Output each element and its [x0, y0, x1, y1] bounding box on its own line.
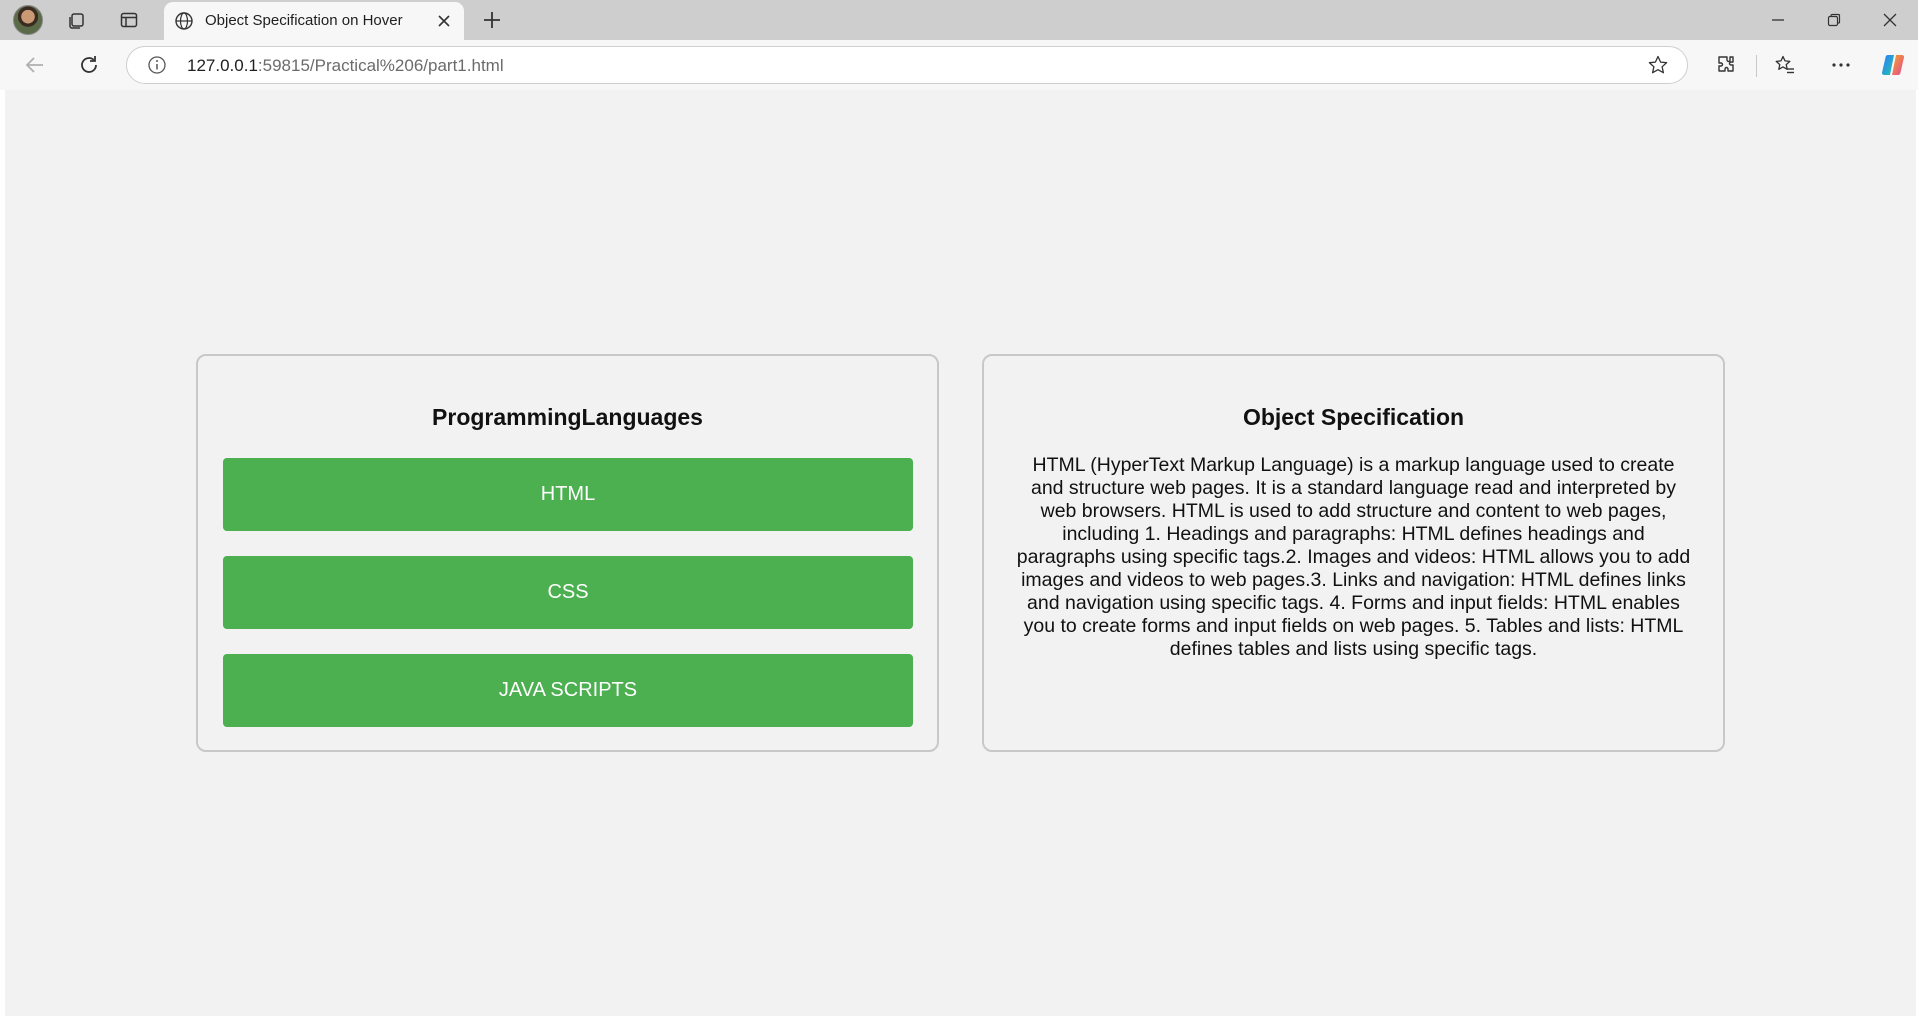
- restore-icon[interactable]: [1814, 6, 1854, 34]
- back-icon[interactable]: [20, 50, 50, 80]
- favorite-star-icon[interactable]: [1647, 54, 1669, 81]
- site-info-icon[interactable]: [147, 55, 167, 80]
- url-path: :59815/Practical%206/part1.html: [257, 56, 504, 75]
- toolbar-separator: [1756, 55, 1757, 77]
- vertical-tabs-icon[interactable]: [116, 7, 142, 33]
- minimize-icon[interactable]: [1758, 6, 1798, 34]
- close-window-icon[interactable]: [1870, 6, 1910, 34]
- html-button[interactable]: HTML: [223, 458, 913, 531]
- programming-languages-heading: ProgrammingLanguages: [432, 404, 703, 430]
- url-host: 127.0.0.1: [187, 56, 258, 75]
- refresh-icon[interactable]: [74, 50, 104, 80]
- globe-icon: [174, 11, 194, 36]
- programming-languages-card: ProgrammingLanguages HTML CSS JAVA SCRIP…: [196, 354, 939, 752]
- title-bar: Object Specification on Hover: [0, 0, 1918, 40]
- object-specification-card: Object Specification HTML (HyperText Mar…: [982, 354, 1725, 752]
- object-specification-heading: Object Specification: [1242, 404, 1465, 430]
- favorites-icon[interactable]: [1770, 50, 1800, 80]
- close-tab-icon[interactable]: [434, 11, 454, 31]
- page-viewport: ProgrammingLanguages HTML CSS JAVA SCRIP…: [5, 90, 1916, 1016]
- specification-description: HTML (HyperText Markup Language) is a ma…: [1016, 454, 1691, 660]
- new-tab-icon[interactable]: [478, 6, 506, 34]
- collections-icon[interactable]: [64, 7, 90, 33]
- extensions-icon[interactable]: [1711, 50, 1741, 80]
- tab-title: Object Specification on Hover: [205, 12, 403, 29]
- css-button[interactable]: CSS: [223, 556, 913, 629]
- active-tab[interactable]: Object Specification on Hover: [164, 2, 464, 40]
- copilot-icon[interactable]: [1878, 50, 1908, 80]
- navigation-bar: 127.0.0.1:59815/Practical%206/part1.html: [0, 40, 1918, 90]
- more-options-icon[interactable]: [1826, 50, 1856, 80]
- javascript-button[interactable]: JAVA SCRIPTS: [223, 654, 913, 727]
- profile-avatar[interactable]: [13, 5, 43, 35]
- url-text: 127.0.0.1:59815/Practical%206/part1.html: [187, 56, 504, 76]
- address-bar[interactable]: 127.0.0.1:59815/Practical%206/part1.html: [126, 46, 1688, 84]
